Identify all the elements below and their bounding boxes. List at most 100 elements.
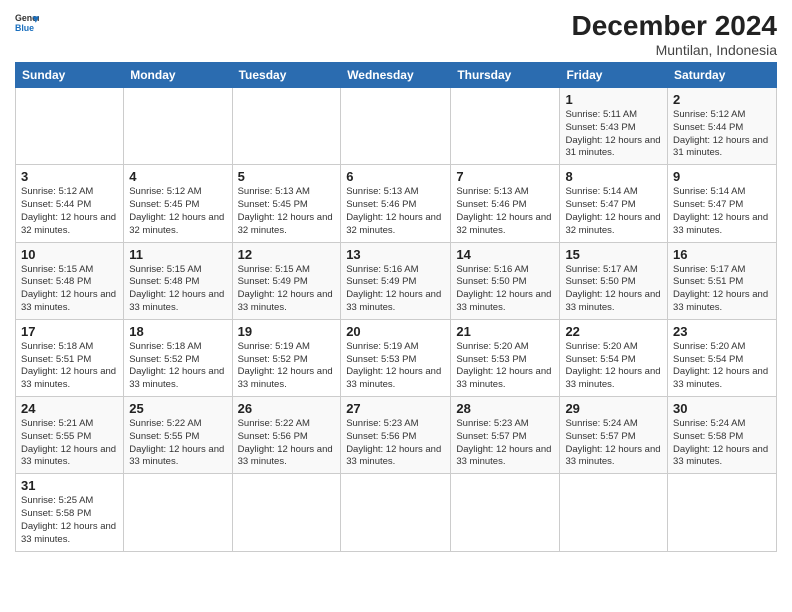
month-title: December 2024 — [572, 10, 777, 42]
day-info: Sunrise: 5:16 AMSunset: 5:50 PMDaylight:… — [456, 264, 554, 315]
day-info: Sunrise: 5:12 AMSunset: 5:44 PMDaylight:… — [21, 186, 118, 237]
calendar-week-3: 17 Sunrise: 5:18 AMSunset: 5:51 PMDayligh… — [16, 319, 777, 396]
day-number: 15 — [565, 247, 662, 262]
calendar-cell — [232, 474, 341, 551]
day-number: 21 — [456, 324, 554, 339]
calendar-week-5: 31 Sunrise: 5:25 AMSunset: 5:58 PMDayligh… — [16, 474, 777, 551]
calendar-cell: 3Sunrise: 5:12 AMSunset: 5:44 PMDaylight… — [16, 165, 124, 242]
day-info: Sunrise: 5:17 AMSunset: 5:51 PMDaylight:… — [673, 264, 771, 315]
header: General Blue December 2024 Muntilan, Ind… — [15, 10, 777, 58]
day-info: Sunrise: 5:25 AMSunset: 5:58 PMDaylight:… — [21, 495, 118, 546]
day-number: 26 — [238, 401, 336, 416]
calendar-cell: 23 Sunrise: 5:20 AMSunset: 5:54 PMDayligh… — [668, 319, 777, 396]
calendar-cell: 17 Sunrise: 5:18 AMSunset: 5:51 PMDayligh… — [16, 319, 124, 396]
day-info: Sunrise: 5:17 AMSunset: 5:50 PMDaylight:… — [565, 264, 662, 315]
day-number: 22 — [565, 324, 662, 339]
day-number: 16 — [673, 247, 771, 262]
day-info: Sunrise: 5:19 AMSunset: 5:52 PMDaylight:… — [238, 341, 336, 392]
calendar-cell: 11Sunrise: 5:15 AMSunset: 5:48 PMDayligh… — [124, 242, 232, 319]
calendar-cell — [341, 474, 451, 551]
page-container: General Blue December 2024 Muntilan, Ind… — [0, 0, 792, 562]
day-number: 24 — [21, 401, 118, 416]
calendar-cell: 27Sunrise: 5:23 AMSunset: 5:56 PMDayligh… — [341, 397, 451, 474]
logo: General Blue — [15, 10, 39, 34]
calendar-cell: 10Sunrise: 5:15 AMSunset: 5:48 PMDayligh… — [16, 242, 124, 319]
day-info: Sunrise: 5:22 AMSunset: 5:55 PMDaylight:… — [129, 418, 226, 469]
day-number: 7 — [456, 169, 554, 184]
day-info: Sunrise: 5:12 AMSunset: 5:45 PMDaylight:… — [129, 186, 226, 237]
calendar-cell: 12Sunrise: 5:15 AMSunset: 5:49 PMDayligh… — [232, 242, 341, 319]
calendar-cell: 31 Sunrise: 5:25 AMSunset: 5:58 PMDayligh… — [16, 474, 124, 551]
calendar-cell: 15 Sunrise: 5:17 AMSunset: 5:50 PMDayligh… — [560, 242, 668, 319]
col-tuesday: Tuesday — [232, 63, 341, 88]
day-info: Sunrise: 5:24 AMSunset: 5:57 PMDaylight:… — [565, 418, 662, 469]
day-info: Sunrise: 5:15 AMSunset: 5:48 PMDaylight:… — [129, 264, 226, 315]
calendar-cell: 2Sunrise: 5:12 AMSunset: 5:44 PMDaylight… — [668, 88, 777, 165]
location-subtitle: Muntilan, Indonesia — [572, 42, 777, 58]
day-number: 13 — [346, 247, 445, 262]
header-row: Sunday Monday Tuesday Wednesday Thursday… — [16, 63, 777, 88]
calendar-cell: 24 Sunrise: 5:21 AMSunset: 5:55 PMDayligh… — [16, 397, 124, 474]
day-number: 14 — [456, 247, 554, 262]
day-info: Sunrise: 5:23 AMSunset: 5:57 PMDaylight:… — [456, 418, 554, 469]
day-number: 18 — [129, 324, 226, 339]
calendar-cell: 22 Sunrise: 5:20 AMSunset: 5:54 PMDayligh… — [560, 319, 668, 396]
col-wednesday: Wednesday — [341, 63, 451, 88]
calendar-cell: 20Sunrise: 5:19 AMSunset: 5:53 PMDayligh… — [341, 319, 451, 396]
title-block: December 2024 Muntilan, Indonesia — [572, 10, 777, 58]
calendar-cell: 19 Sunrise: 5:19 AMSunset: 5:52 PMDayligh… — [232, 319, 341, 396]
calendar-cell: 9Sunrise: 5:14 AMSunset: 5:47 PMDaylight… — [668, 165, 777, 242]
calendar-week-0: 1 Sunrise: 5:11 AMSunset: 5:43 PMDaylight… — [16, 88, 777, 165]
calendar-week-4: 24 Sunrise: 5:21 AMSunset: 5:55 PMDayligh… — [16, 397, 777, 474]
day-number: 19 — [238, 324, 336, 339]
day-info: Sunrise: 5:22 AMSunset: 5:56 PMDaylight:… — [238, 418, 336, 469]
day-info: Sunrise: 5:19 AMSunset: 5:53 PMDaylight:… — [346, 341, 445, 392]
calendar-cell: 21 Sunrise: 5:20 AMSunset: 5:53 PMDayligh… — [451, 319, 560, 396]
day-number: 23 — [673, 324, 771, 339]
calendar-week-1: 3Sunrise: 5:12 AMSunset: 5:44 PMDaylight… — [16, 165, 777, 242]
day-info: Sunrise: 5:21 AMSunset: 5:55 PMDaylight:… — [21, 418, 118, 469]
col-monday: Monday — [124, 63, 232, 88]
calendar-cell — [232, 88, 341, 165]
day-info: Sunrise: 5:24 AMSunset: 5:58 PMDaylight:… — [673, 418, 771, 469]
day-info: Sunrise: 5:14 AMSunset: 5:47 PMDaylight:… — [565, 186, 662, 237]
calendar-cell: 18 Sunrise: 5:18 AMSunset: 5:52 PMDayligh… — [124, 319, 232, 396]
day-number: 17 — [21, 324, 118, 339]
calendar-cell: 14 Sunrise: 5:16 AMSunset: 5:50 PMDayligh… — [451, 242, 560, 319]
day-info: Sunrise: 5:16 AMSunset: 5:49 PMDaylight:… — [346, 264, 445, 315]
day-info: Sunrise: 5:11 AMSunset: 5:43 PMDaylight:… — [565, 109, 662, 160]
calendar-week-2: 10 Sunrise: 5:15 AMSunset: 5:48 PMDayligh… — [16, 242, 777, 319]
day-number: 25 — [129, 401, 226, 416]
calendar-table: Sunday Monday Tuesday Wednesday Thursday… — [15, 62, 777, 552]
day-info: Sunrise: 5:23 AMSunset: 5:56 PMDaylight:… — [346, 418, 445, 469]
calendar-cell: 16 Sunrise: 5:17 AMSunset: 5:51 PMDayligh… — [668, 242, 777, 319]
day-info: Sunrise: 5:18 AMSunset: 5:51 PMDaylight:… — [21, 341, 118, 392]
calendar-cell: 1 Sunrise: 5:11 AMSunset: 5:43 PMDaylight… — [560, 88, 668, 165]
day-number: 8 — [565, 169, 662, 184]
day-info: Sunrise: 5:20 AMSunset: 5:54 PMDaylight:… — [673, 341, 771, 392]
day-info: Sunrise: 5:20 AMSunset: 5:54 PMDaylight:… — [565, 341, 662, 392]
day-number: 31 — [21, 478, 118, 493]
calendar-cell — [451, 474, 560, 551]
calendar-cell — [560, 474, 668, 551]
day-info: Sunrise: 5:14 AMSunset: 5:47 PMDaylight:… — [673, 186, 771, 237]
calendar-cell: 25 Sunrise: 5:22 AMSunset: 5:55 PMDayligh… — [124, 397, 232, 474]
calendar-cell: 30 Sunrise: 5:24 AMSunset: 5:58 PMDayligh… — [668, 397, 777, 474]
day-number: 4 — [129, 169, 226, 184]
day-info: Sunrise: 5:18 AMSunset: 5:52 PMDaylight:… — [129, 341, 226, 392]
calendar-cell: 28Sunrise: 5:23 AMSunset: 5:57 PMDayligh… — [451, 397, 560, 474]
col-saturday: Saturday — [668, 63, 777, 88]
calendar-cell — [16, 88, 124, 165]
day-number: 29 — [565, 401, 662, 416]
day-number: 10 — [21, 247, 118, 262]
day-number: 1 — [565, 92, 662, 107]
col-thursday: Thursday — [451, 63, 560, 88]
calendar-cell: 5Sunrise: 5:13 AMSunset: 5:45 PMDaylight… — [232, 165, 341, 242]
calendar-cell: 6Sunrise: 5:13 AMSunset: 5:46 PMDaylight… — [341, 165, 451, 242]
day-number: 30 — [673, 401, 771, 416]
day-number: 5 — [238, 169, 336, 184]
day-info: Sunrise: 5:20 AMSunset: 5:53 PMDaylight:… — [456, 341, 554, 392]
col-friday: Friday — [560, 63, 668, 88]
day-info: Sunrise: 5:13 AMSunset: 5:46 PMDaylight:… — [456, 186, 554, 237]
day-info: Sunrise: 5:15 AMSunset: 5:49 PMDaylight:… — [238, 264, 336, 315]
